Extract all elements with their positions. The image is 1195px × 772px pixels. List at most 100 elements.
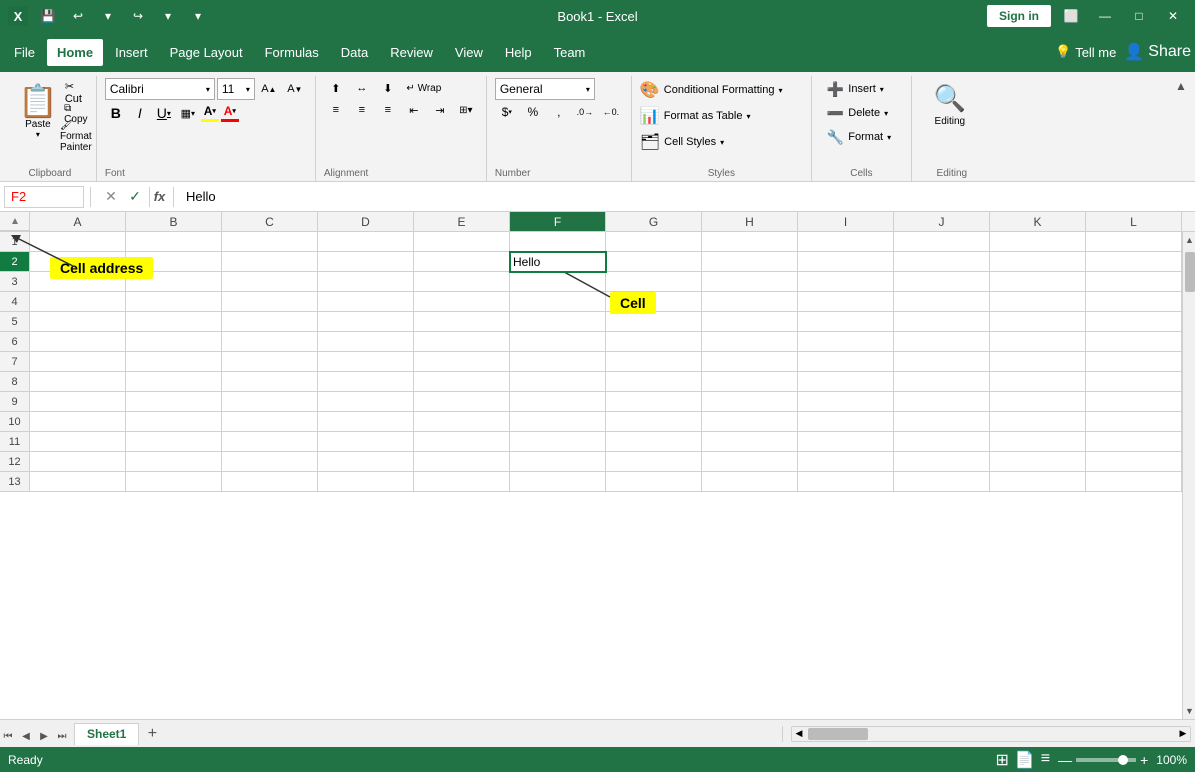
prev-sheet-button[interactable]: ◀ xyxy=(18,729,34,745)
cell-B13[interactable] xyxy=(126,472,222,492)
cell-K8[interactable] xyxy=(990,372,1086,392)
cell-C3[interactable] xyxy=(222,272,318,292)
menu-data[interactable]: Data xyxy=(331,39,378,66)
cell-H12[interactable] xyxy=(702,452,798,472)
cell-A9[interactable] xyxy=(30,392,126,412)
first-sheet-button[interactable]: ⏮ xyxy=(0,729,16,745)
cell-F7[interactable] xyxy=(510,352,606,372)
cell-L10[interactable] xyxy=(1086,412,1182,432)
cell-H8[interactable] xyxy=(702,372,798,392)
cell-B2[interactable] xyxy=(126,252,222,272)
menu-file[interactable]: File xyxy=(4,39,45,66)
col-header-F[interactable]: F xyxy=(510,212,606,231)
cell-D8[interactable] xyxy=(318,372,414,392)
scroll-left-button[interactable]: ◀ xyxy=(792,727,806,741)
cell-L13[interactable] xyxy=(1086,472,1182,492)
cut-button[interactable]: ✂ Cut xyxy=(64,82,88,102)
cell-L12[interactable] xyxy=(1086,452,1182,472)
cell-J3[interactable] xyxy=(894,272,990,292)
font-name-selector[interactable]: Calibri ▾ xyxy=(105,78,215,100)
close-button[interactable]: ✕ xyxy=(1159,2,1187,30)
cell-L11[interactable] xyxy=(1086,432,1182,452)
cell-J6[interactable] xyxy=(894,332,990,352)
merge-center-button[interactable]: ⊞▾ xyxy=(454,100,478,120)
select-all-button[interactable] xyxy=(0,212,30,231)
cell-G12[interactable] xyxy=(606,452,702,472)
cell-B1[interactable] xyxy=(126,232,222,252)
increase-decimal-button[interactable]: .0→ xyxy=(573,102,597,122)
menu-page-layout[interactable]: Page Layout xyxy=(160,39,253,66)
cell-L3[interactable] xyxy=(1086,272,1182,292)
cell-J2[interactable] xyxy=(894,252,990,272)
paste-button[interactable]: 📋 Paste ▾ xyxy=(12,78,64,146)
cell-D4[interactable] xyxy=(318,292,414,312)
cell-D11[interactable] xyxy=(318,432,414,452)
cell-H13[interactable] xyxy=(702,472,798,492)
maximize-button[interactable]: □ xyxy=(1125,2,1153,30)
cell-K2[interactable] xyxy=(990,252,1086,272)
cell-A13[interactable] xyxy=(30,472,126,492)
cell-B6[interactable] xyxy=(126,332,222,352)
row-header-5[interactable]: 5 xyxy=(0,312,30,332)
cell-G9[interactable] xyxy=(606,392,702,412)
cell-L4[interactable] xyxy=(1086,292,1182,312)
cell-C1[interactable] xyxy=(222,232,318,252)
cell-D9[interactable] xyxy=(318,392,414,412)
zoom-out-button[interactable]: — xyxy=(1058,752,1072,768)
cell-J7[interactable] xyxy=(894,352,990,372)
cell-I12[interactable] xyxy=(798,452,894,472)
cell-A1[interactable] xyxy=(30,232,126,252)
align-top-button[interactable]: ⬆ xyxy=(324,78,348,98)
cell-G7[interactable] xyxy=(606,352,702,372)
insert-function-button[interactable]: fx xyxy=(154,187,174,207)
cell-F12[interactable] xyxy=(510,452,606,472)
next-sheet-button[interactable]: ▶ xyxy=(36,729,52,745)
cell-E4[interactable] xyxy=(414,292,510,312)
align-bottom-button[interactable]: ⬇ xyxy=(376,78,400,98)
cell-I1[interactable] xyxy=(798,232,894,252)
cell-E5[interactable] xyxy=(414,312,510,332)
cell-C12[interactable] xyxy=(222,452,318,472)
bold-button[interactable]: B xyxy=(105,102,127,124)
cell-G8[interactable] xyxy=(606,372,702,392)
align-center-button[interactable]: ≡ xyxy=(350,100,374,120)
cell-E9[interactable] xyxy=(414,392,510,412)
cell-J8[interactable] xyxy=(894,372,990,392)
row-header-3[interactable]: 3 xyxy=(0,272,30,292)
cell-B10[interactable] xyxy=(126,412,222,432)
cell-C7[interactable] xyxy=(222,352,318,372)
row-header-11[interactable]: 11 xyxy=(0,432,30,452)
formula-confirm-button[interactable]: ✓ xyxy=(125,187,145,207)
cell-L5[interactable] xyxy=(1086,312,1182,332)
decrease-decimal-button[interactable]: ←0. xyxy=(599,102,623,122)
scroll-thumb[interactable] xyxy=(1185,252,1195,292)
cell-E12[interactable] xyxy=(414,452,510,472)
menu-team[interactable]: Team xyxy=(544,39,596,66)
row-header-6[interactable]: 6 xyxy=(0,332,30,352)
cell-J13[interactable] xyxy=(894,472,990,492)
col-header-A[interactable]: A xyxy=(30,212,126,231)
cell-C4[interactable] xyxy=(222,292,318,312)
cell-K5[interactable] xyxy=(990,312,1086,332)
menu-review[interactable]: Review xyxy=(380,39,443,66)
cell-I2[interactable] xyxy=(798,252,894,272)
cell-E6[interactable] xyxy=(414,332,510,352)
fill-color-button[interactable]: A▾ xyxy=(201,104,219,122)
cell-B7[interactable] xyxy=(126,352,222,372)
ribbon-collapse-button[interactable]: ▲ xyxy=(1171,76,1191,96)
col-header-L[interactable]: L xyxy=(1086,212,1182,231)
cell-E3[interactable] xyxy=(414,272,510,292)
cell-G6[interactable] xyxy=(606,332,702,352)
cell-B5[interactable] xyxy=(126,312,222,332)
h-scroll-thumb[interactable] xyxy=(808,728,868,740)
col-header-K[interactable]: K xyxy=(990,212,1086,231)
cell-J9[interactable] xyxy=(894,392,990,412)
cell-F6[interactable] xyxy=(510,332,606,352)
col-header-B[interactable]: B xyxy=(126,212,222,231)
cell-D12[interactable] xyxy=(318,452,414,472)
format-painter-button[interactable]: 🖌 Format Painter xyxy=(64,126,88,146)
cell-G2[interactable] xyxy=(606,252,702,272)
italic-button[interactable]: I xyxy=(129,102,151,124)
font-increase-button[interactable]: A▲ xyxy=(257,79,281,99)
cell-H10[interactable] xyxy=(702,412,798,432)
